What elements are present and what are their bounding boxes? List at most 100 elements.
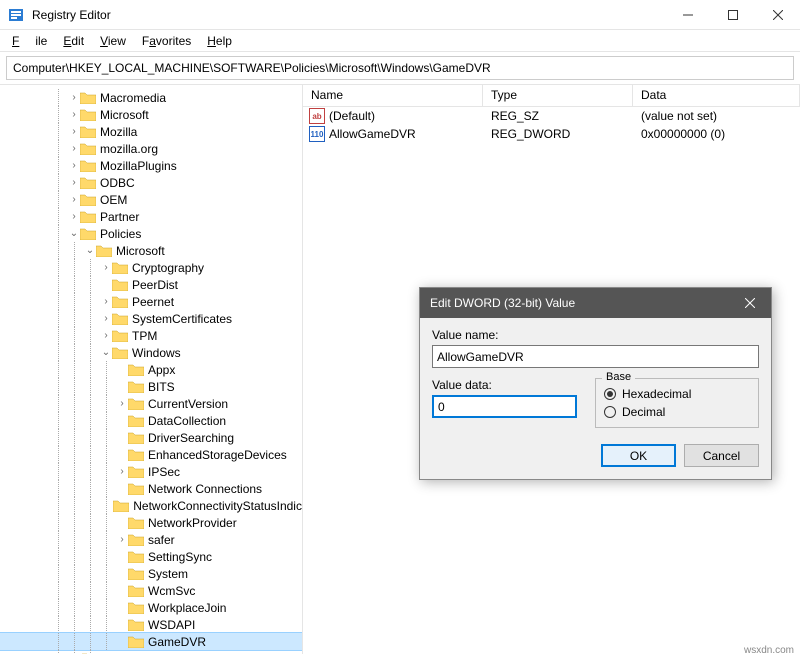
tree-item-label: Microsoft xyxy=(100,108,149,122)
col-name[interactable]: Name xyxy=(303,85,483,106)
chevron-down-icon[interactable]: ⌄ xyxy=(100,347,112,358)
chevron-right-icon[interactable]: › xyxy=(68,194,80,205)
menu-help[interactable]: Help xyxy=(199,32,240,50)
tree-item-macromedia[interactable]: ›Macromedia xyxy=(0,89,302,106)
folder-icon xyxy=(80,125,96,138)
chevron-right-icon[interactable]: › xyxy=(68,143,80,154)
tree-item-peernet[interactable]: ›Peernet xyxy=(0,293,302,310)
chevron-right-icon[interactable]: › xyxy=(116,534,128,545)
value-data-input[interactable] xyxy=(432,395,577,418)
tree-item-appx[interactable]: Appx xyxy=(0,361,302,378)
tree-item-network-connections[interactable]: Network Connections xyxy=(0,480,302,497)
tree-item-odbc[interactable]: ›ODBC xyxy=(0,174,302,191)
tree-item-tpm[interactable]: ›TPM xyxy=(0,327,302,344)
folder-icon xyxy=(80,142,96,155)
base-group: Base Hexadecimal Decimal xyxy=(595,378,759,428)
tree-item-mozilla-org[interactable]: ›mozilla.org xyxy=(0,140,302,157)
chevron-right-icon[interactable]: › xyxy=(68,211,80,222)
tree-item-workplacejoin[interactable]: WorkplaceJoin xyxy=(0,599,302,616)
tree-item-wcmsvc[interactable]: WcmSvc xyxy=(0,582,302,599)
minimize-button[interactable] xyxy=(665,0,710,30)
folder-icon xyxy=(128,584,144,597)
tree-item-systemcertificates[interactable]: › SystemCertificates xyxy=(0,310,302,327)
tree-item-label: safer xyxy=(148,533,175,547)
address-bar[interactable]: Computer\HKEY_LOCAL_MACHINE\SOFTWARE\Pol… xyxy=(6,56,794,80)
ok-button[interactable]: OK xyxy=(601,444,676,467)
tree-item-label: SettingSync xyxy=(148,550,212,564)
chevron-down-icon[interactable]: ⌄ xyxy=(68,228,80,239)
dialog-close-button[interactable] xyxy=(739,295,761,311)
tree-item-currentversion[interactable]: ›CurrentVersion xyxy=(0,395,302,412)
folder-icon xyxy=(113,499,129,512)
tree-item-partner[interactable]: › Partner xyxy=(0,208,302,225)
app-icon xyxy=(8,7,24,23)
folder-icon xyxy=(128,533,144,546)
radio-decimal[interactable]: Decimal xyxy=(604,405,750,419)
chevron-right-icon[interactable]: › xyxy=(68,160,80,171)
menu-edit[interactable]: Edit xyxy=(55,32,92,50)
folder-icon xyxy=(128,516,144,529)
chevron-right-icon[interactable]: › xyxy=(68,92,80,103)
chevron-right-icon[interactable]: › xyxy=(68,109,80,120)
cancel-button[interactable]: Cancel xyxy=(684,444,759,467)
chevron-right-icon[interactable]: › xyxy=(68,126,80,137)
tree-item-safer[interactable]: › safer xyxy=(0,531,302,548)
tree-item-mozilla[interactable]: ›Mozilla xyxy=(0,123,302,140)
value-data: (value not set) xyxy=(633,109,800,123)
maximize-button[interactable] xyxy=(710,0,755,30)
tree-item-label: SystemCertificates xyxy=(132,312,232,326)
tree-item-bits[interactable]: BITS xyxy=(0,378,302,395)
chevron-right-icon[interactable]: › xyxy=(116,466,128,477)
folder-icon xyxy=(112,312,128,325)
tree-item-windows-advanced-threat-protection[interactable]: ›Windows Advanced Threat Protection xyxy=(0,650,302,654)
tree-item-settingsync[interactable]: SettingSync xyxy=(0,548,302,565)
folder-icon xyxy=(112,295,128,308)
tree-item-networkconnectivitystatusindic[interactable]: NetworkConnectivityStatusIndic xyxy=(0,497,302,514)
tree-item-label: OEM xyxy=(100,193,127,207)
menu-favorites[interactable]: Favorites xyxy=(134,32,199,50)
tree-item-microsoft[interactable]: › Microsoft xyxy=(0,106,302,123)
tree-item-driversearching[interactable]: DriverSearching xyxy=(0,429,302,446)
tree-item-gamedvr[interactable]: GameDVR xyxy=(0,633,302,650)
tree-item-enhancedstoragedevices[interactable]: EnhancedStorageDevices xyxy=(0,446,302,463)
tree-item-microsoft[interactable]: ⌄Microsoft xyxy=(0,242,302,259)
dialog-titlebar[interactable]: Edit DWORD (32-bit) Value xyxy=(420,288,771,318)
menu-view[interactable]: View xyxy=(92,32,134,50)
folder-icon xyxy=(128,380,144,393)
chevron-right-icon[interactable]: › xyxy=(100,296,112,307)
folder-icon xyxy=(128,414,144,427)
tree-item-windows[interactable]: ⌄Windows xyxy=(0,344,302,361)
tree-item-system[interactable]: System xyxy=(0,565,302,582)
col-type[interactable]: Type xyxy=(483,85,633,106)
tree-item-mozillaplugins[interactable]: ›MozillaPlugins xyxy=(0,157,302,174)
tree-item-peerdist[interactable]: PeerDist xyxy=(0,276,302,293)
value-data-label: Value data: xyxy=(432,378,577,392)
tree-item-policies[interactable]: ⌄Policies xyxy=(0,225,302,242)
value-name-input[interactable] xyxy=(432,345,759,368)
value-type: REG_DWORD xyxy=(483,127,633,141)
tree-panel[interactable]: ›Macromedia›Microsoft›Mozilla›mozilla.or… xyxy=(0,85,303,654)
value-row[interactable]: 110AllowGameDVRREG_DWORD0x00000000 (0) xyxy=(303,125,800,143)
tree-item-networkprovider[interactable]: NetworkProvider xyxy=(0,514,302,531)
chevron-right-icon[interactable]: › xyxy=(100,330,112,341)
tree-item-label: Partner xyxy=(100,210,139,224)
edit-dword-dialog: Edit DWORD (32-bit) Value Value name: Va… xyxy=(419,287,772,480)
tree-item-cryptography[interactable]: ›Cryptography xyxy=(0,259,302,276)
chevron-down-icon[interactable]: ⌄ xyxy=(84,245,96,256)
chevron-right-icon[interactable]: › xyxy=(116,398,128,409)
chevron-right-icon[interactable]: › xyxy=(68,177,80,188)
close-button[interactable] xyxy=(755,0,800,30)
menu-file[interactable]: File xyxy=(4,32,55,50)
col-data[interactable]: Data xyxy=(633,85,800,106)
tree-item-wsdapi[interactable]: WSDAPI xyxy=(0,616,302,633)
radio-hexadecimal[interactable]: Hexadecimal xyxy=(604,387,750,401)
value-row[interactable]: ab(Default)REG_SZ(value not set) xyxy=(303,107,800,125)
chevron-right-icon[interactable]: › xyxy=(100,313,112,324)
tree-item-oem[interactable]: › OEM xyxy=(0,191,302,208)
tree-item-datacollection[interactable]: DataCollection xyxy=(0,412,302,429)
chevron-right-icon[interactable]: › xyxy=(100,262,112,273)
tree-item-label: GameDVR xyxy=(148,635,206,649)
folder-icon xyxy=(128,363,144,376)
base-legend: Base xyxy=(602,371,635,383)
tree-item-ipsec[interactable]: ›IPSec xyxy=(0,463,302,480)
